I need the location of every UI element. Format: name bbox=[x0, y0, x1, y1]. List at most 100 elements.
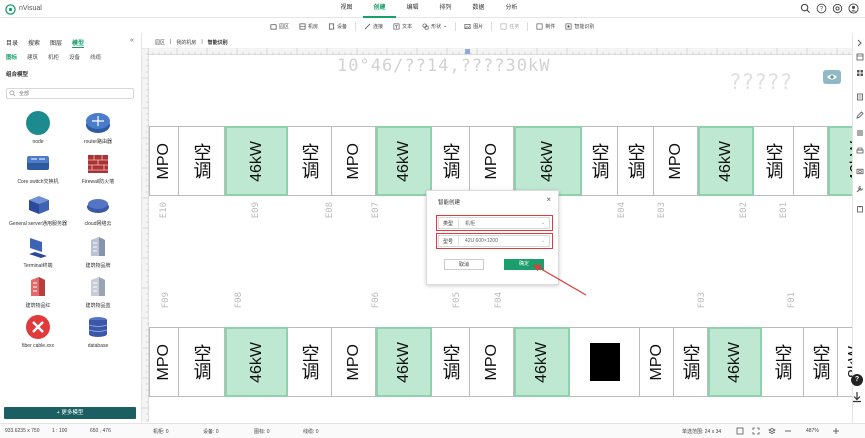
search-icon[interactable] bbox=[800, 3, 811, 14]
camera-icon[interactable] bbox=[856, 167, 864, 175]
fullscreen-icon[interactable] bbox=[752, 427, 760, 435]
rack-e-14[interactable]: 空调 bbox=[794, 126, 828, 196]
rack-f-13[interactable]: 空调 bbox=[762, 327, 804, 397]
cancel-button[interactable]: 取消 bbox=[444, 259, 484, 270]
tool-text[interactable]: 文本 bbox=[391, 23, 414, 30]
model-fiber-cable[interactable]: fiber cable.xxx bbox=[8, 314, 68, 349]
rack-f-11[interactable]: 空调 bbox=[674, 327, 708, 397]
tool-icon[interactable] bbox=[856, 185, 864, 193]
rack-e-11[interactable]: MPO bbox=[654, 126, 698, 196]
menu-data[interactable]: 数据 bbox=[462, 0, 495, 18]
tab-layers[interactable]: 图层 bbox=[50, 38, 62, 48]
collapse-panel-icon[interactable]: « bbox=[130, 37, 134, 44]
rack-f-7[interactable]: MPO bbox=[470, 327, 514, 397]
rack-e-15[interactable]: 46kW bbox=[828, 126, 852, 196]
model-building-red[interactable]: 建筑物品红 bbox=[8, 274, 68, 309]
tool-connect[interactable]: 连接 bbox=[362, 23, 385, 30]
layers-icon[interactable] bbox=[768, 427, 776, 435]
rack-e-8[interactable]: 46kW bbox=[514, 126, 582, 196]
rack-f-9[interactable] bbox=[570, 327, 640, 397]
download-icon[interactable] bbox=[851, 391, 863, 403]
tool-picture-label: 图片 bbox=[473, 23, 484, 30]
list-icon[interactable] bbox=[856, 129, 864, 137]
more-models-button[interactable]: + 更多模型 bbox=[4, 407, 136, 419]
close-icon[interactable]: × bbox=[546, 195, 551, 204]
rack-f-6[interactable]: 空调 bbox=[432, 327, 470, 397]
panel-icon[interactable] bbox=[856, 53, 864, 61]
grid-icon[interactable] bbox=[856, 69, 864, 77]
rack-f-8[interactable]: 46kW bbox=[514, 327, 570, 397]
tool-device[interactable]: 设备 bbox=[326, 23, 349, 30]
rack-e-12[interactable]: 46kW bbox=[698, 126, 754, 196]
zoom-out-icon[interactable] bbox=[784, 427, 792, 435]
model-firewall[interactable]: Firewall防火墙 bbox=[68, 150, 128, 185]
rack-f-12[interactable]: 46kW bbox=[708, 327, 762, 397]
model-building-brand[interactable]: 建筑物品牌 bbox=[68, 234, 128, 269]
model-terminal[interactable]: Terminal终端 bbox=[8, 234, 68, 269]
edit-icon[interactable] bbox=[856, 111, 864, 119]
subtab-building[interactable]: 建筑 bbox=[27, 53, 38, 61]
breadcrumb-site[interactable]: 园区 bbox=[155, 39, 165, 46]
rack-e-7[interactable]: MPO bbox=[470, 126, 514, 196]
menu-view[interactable]: 视图 bbox=[330, 0, 363, 18]
rack-e-3[interactable]: 空调 bbox=[288, 126, 332, 196]
rack-f-4[interactable]: MPO bbox=[332, 327, 376, 397]
fit-view-icon[interactable] bbox=[736, 427, 744, 435]
subtab-cable[interactable]: 线缆 bbox=[90, 53, 101, 61]
rack-e-0[interactable]: MPO bbox=[149, 126, 179, 196]
help-button[interactable]: ? bbox=[851, 374, 863, 386]
model-router[interactable]: router路由器 bbox=[68, 110, 128, 145]
rack-f-5[interactable]: 46kW bbox=[376, 327, 432, 397]
tool-smart-recognize[interactable]: 智能识别 bbox=[563, 23, 596, 30]
model-node[interactable]: node bbox=[8, 110, 68, 145]
document-icon[interactable] bbox=[856, 93, 864, 101]
subtab-icons[interactable]: 图标 bbox=[6, 53, 17, 61]
model-building-blue[interactable]: 建筑物品蓝 bbox=[68, 274, 128, 309]
menu-edit[interactable]: 编辑 bbox=[396, 0, 429, 18]
tool-picture[interactable]: 图片 bbox=[462, 23, 485, 30]
tab-search[interactable]: 搜索 bbox=[28, 38, 40, 48]
rack-e-2[interactable]: 46kW bbox=[225, 126, 288, 196]
subtab-device[interactable]: 设备 bbox=[69, 53, 80, 61]
zoom-in-icon[interactable] bbox=[832, 427, 840, 435]
rack-e-13[interactable]: 空调 bbox=[754, 126, 794, 196]
rack-f-0[interactable]: MPO bbox=[149, 327, 179, 397]
core-switch-icon bbox=[27, 156, 49, 170]
tool-site[interactable]: 园区 bbox=[268, 23, 291, 30]
rack-e-1[interactable]: 空调 bbox=[179, 126, 225, 196]
model-database[interactable]: database bbox=[68, 314, 128, 349]
breadcrumb-room[interactable]: 我的机房 bbox=[176, 39, 196, 46]
rack-f-2[interactable]: 46kW bbox=[225, 327, 288, 397]
settings-icon[interactable] bbox=[832, 3, 843, 14]
tool-room[interactable]: 机房 bbox=[297, 23, 320, 30]
tab-directory[interactable]: 目录 bbox=[6, 38, 18, 48]
rack-f-10[interactable]: MPO bbox=[640, 327, 674, 397]
expand-icon[interactable] bbox=[856, 39, 864, 47]
tab-models[interactable]: 模型 bbox=[72, 38, 85, 48]
rack-e-10[interactable]: 空调 bbox=[618, 126, 654, 196]
user-icon[interactable] bbox=[848, 3, 859, 14]
tool-task[interactable]: 任务 bbox=[498, 23, 521, 30]
rack-f-15[interactable]: 8kW bbox=[838, 327, 852, 397]
rack-f-3[interactable]: 空调 bbox=[288, 327, 332, 397]
rack-f-1[interactable]: 空调 bbox=[179, 327, 225, 397]
clipboard-icon[interactable] bbox=[856, 205, 864, 213]
model-cloud[interactable]: cloud网络云 bbox=[68, 192, 128, 227]
subtab-cabinet[interactable]: 机柜 bbox=[48, 53, 59, 61]
rack-e-9[interactable]: 空调 bbox=[582, 126, 618, 196]
tool-cabinet[interactable]: 制件 bbox=[534, 23, 557, 30]
model-search-input[interactable] bbox=[6, 88, 134, 99]
help-circle-icon[interactable]: ? bbox=[816, 3, 827, 14]
menu-arrange[interactable]: 排列 bbox=[429, 0, 462, 18]
menu-create[interactable]: 创建 bbox=[363, 0, 396, 18]
printer-icon[interactable] bbox=[856, 147, 864, 155]
tool-shape[interactable]: 形状 ⌄ bbox=[420, 23, 449, 30]
model-general-server[interactable]: General server通用服务器 bbox=[8, 192, 68, 227]
rack-e-4[interactable]: MPO bbox=[332, 126, 376, 196]
model-core-switch[interactable]: Core switch交换机 bbox=[8, 150, 68, 185]
rack-e-6[interactable]: 空调 bbox=[432, 126, 470, 196]
menu-analysis[interactable]: 分析 bbox=[495, 0, 528, 18]
eye-toggle-button[interactable] bbox=[823, 70, 841, 84]
rack-f-14[interactable]: 空调 bbox=[804, 327, 838, 397]
rack-e-5[interactable]: 46kW bbox=[376, 126, 432, 196]
